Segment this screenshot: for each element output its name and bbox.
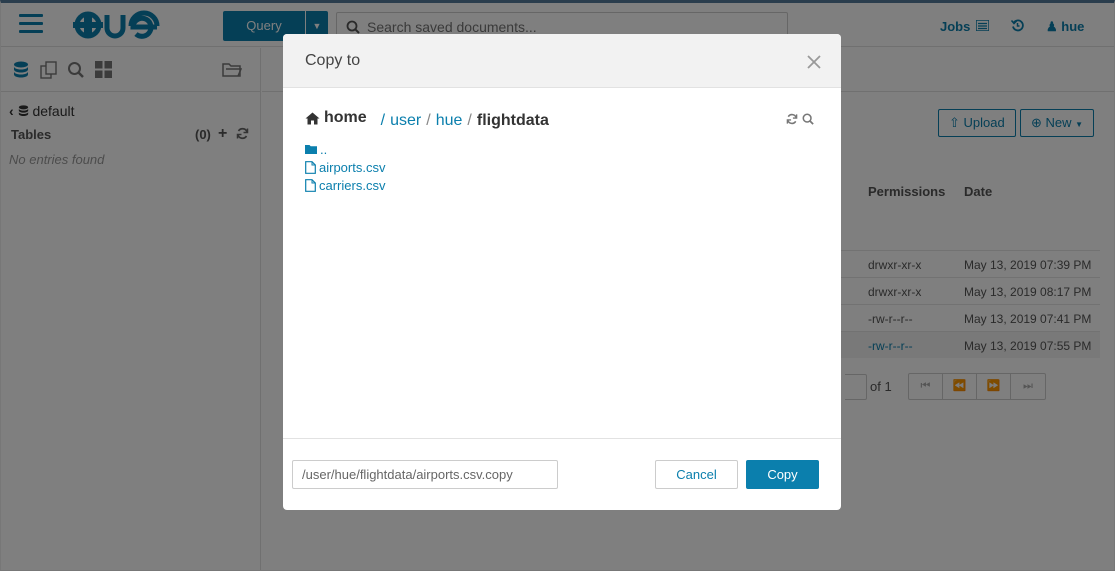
destination-path-input[interactable]: [292, 460, 558, 489]
breadcrumb-tools: [786, 113, 814, 125]
breadcrumb-separator: /: [426, 111, 431, 129]
dialog-title: Copy to: [305, 52, 361, 69]
refresh-icon[interactable]: [786, 113, 798, 125]
file-name: ..: [320, 141, 328, 157]
file-icon: [305, 178, 316, 192]
file-icon: [305, 160, 316, 174]
breadcrumb-home[interactable]: home: [305, 109, 367, 127]
file-name: carriers.csv: [319, 177, 386, 193]
app-window: Query ▼ Jobs ♟ hue ‹ default Tables (0) …: [0, 0, 1115, 571]
path-breadcrumb: home / user / hue / flightdata: [305, 109, 549, 130]
file-list: .. airports.csv carriers.csv: [305, 140, 385, 194]
breadcrumb-hue[interactable]: hue: [436, 112, 463, 130]
list-item[interactable]: ..: [305, 140, 385, 158]
file-name: airports.csv: [319, 159, 386, 175]
breadcrumb-home-label: home: [324, 109, 367, 126]
home-icon: [305, 112, 320, 124]
breadcrumb-separator: /: [467, 111, 472, 129]
breadcrumb-separator: /: [380, 111, 386, 129]
copy-to-dialog: Copy to home / user / hue / flightdata .…: [283, 34, 841, 510]
copy-button[interactable]: Copy: [746, 460, 819, 489]
breadcrumb-current: flightdata: [476, 111, 549, 129]
close-icon[interactable]: [806, 54, 822, 70]
search-icon[interactable]: [802, 113, 814, 125]
cancel-button[interactable]: Cancel: [655, 460, 738, 489]
dialog-footer: Cancel Copy: [283, 438, 841, 510]
list-item[interactable]: airports.csv: [305, 158, 385, 176]
breadcrumb-user[interactable]: user: [390, 112, 421, 130]
dialog-header: Copy to: [283, 34, 841, 88]
list-item[interactable]: carriers.csv: [305, 176, 385, 194]
folder-icon: [305, 145, 317, 154]
